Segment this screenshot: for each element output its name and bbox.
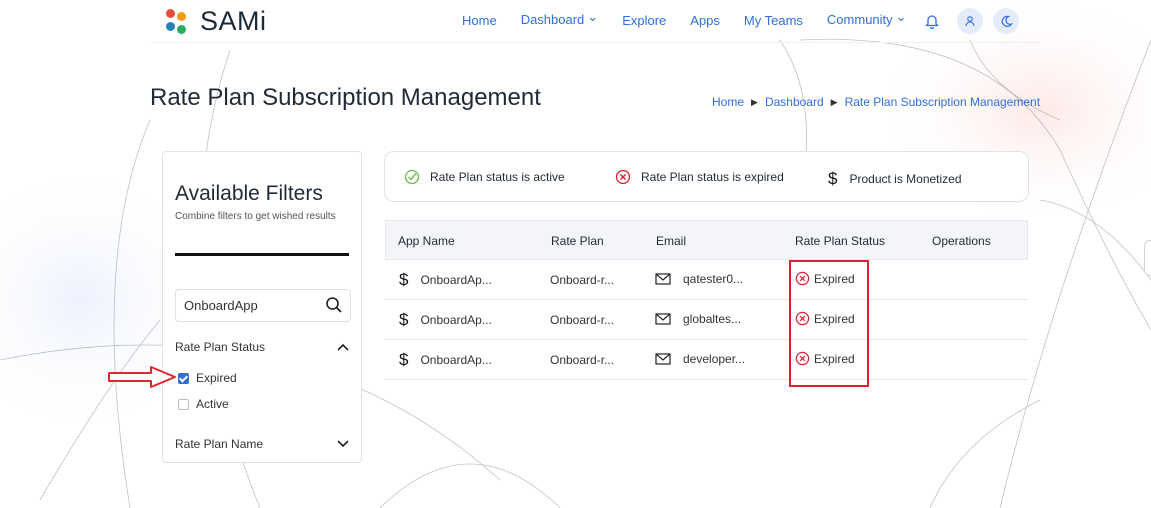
legend-expired: Rate Plan status is expired: [615, 169, 784, 185]
filter-option-label: Active: [196, 397, 229, 411]
column-header-status[interactable]: Rate Plan Status: [795, 234, 885, 248]
mail-icon: [655, 273, 671, 285]
dollar-icon: $: [399, 270, 409, 289]
column-header-app-name[interactable]: App Name: [398, 234, 455, 248]
email-value: globaltes...: [683, 312, 742, 326]
page-title: Rate Plan Subscription Management: [150, 84, 541, 111]
rate-plan-cell: Onboard-r...: [550, 313, 615, 327]
filter-option-label: Expired: [196, 371, 237, 385]
rate-plan-cell: Onboard-r...: [550, 353, 615, 367]
table-row[interactable]: $ OnboardAp... Onboard-r... developer...…: [385, 340, 1028, 380]
table-header: App Name Rate Plan Email Rate Plan Statu…: [385, 220, 1028, 260]
email-cell: developer...: [655, 352, 745, 366]
chevron-down-icon[interactable]: [337, 440, 349, 448]
logo-text: SAMi: [200, 6, 267, 36]
dollar-icon: $: [399, 310, 409, 329]
breadcrumb-current: Rate Plan Subscription Management: [844, 95, 1041, 109]
mail-icon: [655, 353, 671, 365]
logo[interactable]: SAMi: [166, 6, 267, 37]
nav-home[interactable]: Home: [462, 13, 497, 28]
legend-active: Rate Plan status is active: [404, 169, 565, 185]
side-panel-handle[interactable]: [1144, 240, 1151, 276]
search-input[interactable]: OnboardApp: [175, 289, 351, 322]
app-name[interactable]: OnboardAp...: [420, 313, 491, 327]
app-name-cell: $ OnboardAp...: [399, 270, 492, 290]
email-cell: globaltes...: [655, 312, 741, 326]
nav-my-teams[interactable]: My Teams: [744, 13, 803, 28]
header-actions: [925, 8, 1029, 34]
user-icon[interactable]: [957, 8, 983, 34]
legend-monetized-label: Product is Monetized: [849, 172, 962, 186]
status-legend: Rate Plan status is active Rate Plan sta…: [384, 151, 1029, 202]
breadcrumb-dashboard[interactable]: Dashboard: [765, 95, 824, 109]
header-divider: [150, 42, 1040, 43]
filter-subtitle: Combine filters to get wished results: [175, 211, 336, 222]
status-highlight-box: [789, 260, 869, 387]
filter-title: Available Filters: [175, 182, 323, 205]
table-row[interactable]: $ OnboardAp... Onboard-r... qatester0...…: [385, 260, 1028, 300]
legend-expired-label: Rate Plan status is expired: [641, 170, 784, 184]
rate-plan-name-section[interactable]: Rate Plan Name: [175, 437, 263, 451]
rate-plan-status-section[interactable]: Rate Plan Status: [175, 340, 265, 354]
moon-icon[interactable]: [993, 8, 1019, 34]
search-input-value[interactable]: OnboardApp: [184, 298, 258, 313]
rate-plan-cell: Onboard-r...: [550, 273, 615, 287]
filter-divider: [175, 253, 349, 256]
nav-apps[interactable]: Apps: [690, 13, 720, 28]
table-row[interactable]: $ OnboardAp... Onboard-r... globaltes...…: [385, 300, 1028, 340]
mail-icon: [655, 313, 671, 325]
checkbox-unchecked-icon[interactable]: [178, 398, 189, 410]
app-name[interactable]: OnboardAp...: [420, 353, 491, 367]
filter-option-active[interactable]: Active: [178, 397, 229, 411]
email-value: developer...: [683, 352, 746, 366]
breadcrumb: Home ▶ Dashboard ▶ Rate Plan Subscriptio…: [712, 95, 1040, 109]
annotation-arrow-icon: [108, 366, 176, 388]
nav-dashboard[interactable]: Dashboard: [521, 12, 599, 28]
breadcrumb-separator-icon: ▶: [751, 96, 758, 107]
filter-option-expired[interactable]: Expired: [178, 371, 237, 385]
breadcrumb-separator-icon: ▶: [830, 96, 838, 107]
nav-community[interactable]: Community: [827, 12, 907, 28]
chevron-up-icon[interactable]: [337, 343, 349, 351]
column-header-email[interactable]: Email: [656, 234, 686, 248]
legend-active-label: Rate Plan status is active: [430, 170, 565, 184]
check-circle-icon: [404, 169, 420, 185]
app-name-cell: $ OnboardAp...: [399, 350, 492, 370]
column-header-rate-plan[interactable]: Rate Plan: [551, 234, 604, 248]
email-value: qatester0...: [683, 272, 744, 286]
checkbox-checked-icon[interactable]: [178, 372, 189, 384]
search-icon[interactable]: [325, 296, 343, 314]
legend-monetized: $ Product is Monetized: [828, 169, 962, 189]
bell-icon[interactable]: [925, 13, 939, 29]
x-circle-icon: [615, 169, 631, 185]
column-header-operations: Operations: [932, 234, 991, 248]
app-name-cell: $ OnboardAp...: [399, 310, 492, 330]
breadcrumb-home[interactable]: Home: [712, 95, 744, 109]
logo-mark-icon: [166, 8, 188, 35]
dollar-icon: $: [399, 350, 409, 369]
app-name[interactable]: OnboardAp...: [420, 273, 491, 287]
main-nav: Home Dashboard Explore Apps My Teams Com…: [462, 12, 931, 28]
dollar-icon: $: [828, 169, 838, 188]
nav-explore[interactable]: Explore: [622, 13, 666, 28]
email-cell: qatester0...: [655, 272, 743, 286]
filter-panel: Available Filters Combine filters to get…: [162, 151, 362, 463]
